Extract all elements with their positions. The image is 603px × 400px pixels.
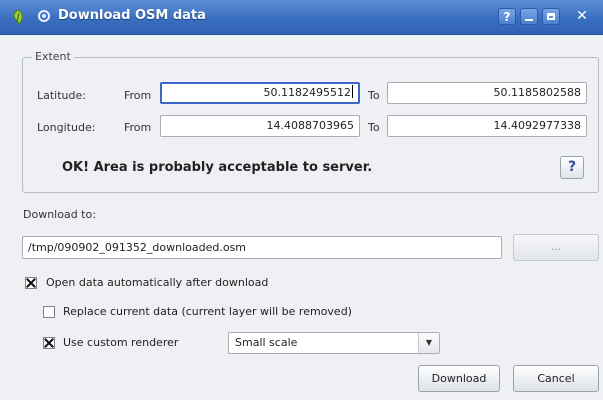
longitude-to-input[interactable]: 14.4092977338: [387, 115, 587, 137]
minimize-button[interactable]: [520, 8, 538, 25]
custom-renderer-checkbox[interactable]: [43, 337, 55, 349]
download-to-label: Download to:: [23, 208, 96, 221]
replace-data-label: Replace current data (current layer will…: [63, 305, 352, 318]
window-menu-icon[interactable]: [38, 10, 50, 22]
longitude-to-label: To: [368, 121, 380, 134]
minimize-icon: [525, 19, 533, 21]
open-automatically-checkbox[interactable]: [25, 277, 37, 289]
context-help-button[interactable]: ?: [498, 8, 516, 25]
latitude-label: Latitude:: [37, 89, 86, 102]
close-button[interactable]: ✕: [573, 8, 591, 25]
longitude-from-label: From: [124, 121, 152, 134]
area-status-message: OK! Area is probably acceptable to serve…: [62, 160, 373, 175]
window-title: Download OSM data: [58, 8, 206, 23]
custom-renderer-label: Use custom renderer: [63, 336, 179, 349]
longitude-from-input[interactable]: 14.4088703965: [160, 115, 360, 137]
cancel-button[interactable]: Cancel: [513, 365, 599, 392]
longitude-label: Longitude:: [37, 121, 96, 134]
latitude-to-label: To: [368, 89, 380, 102]
download-path-input[interactable]: /tmp/090902_091352_downloaded.osm: [22, 236, 502, 259]
latitude-from-input[interactable]: 50.1182495512: [160, 82, 360, 104]
download-osm-dialog: Download OSM data ? ✕ Extent Latitude: F…: [0, 0, 603, 400]
download-button[interactable]: Download: [418, 365, 500, 392]
maximize-button[interactable]: [542, 8, 560, 25]
replace-data-checkbox[interactable]: [43, 306, 55, 318]
browse-button[interactable]: ...: [513, 234, 599, 261]
renderer-select-value: Small scale: [235, 336, 298, 349]
latitude-to-input[interactable]: 50.1185802588: [387, 82, 587, 104]
title-bar[interactable]: Download OSM data ? ✕: [0, 0, 603, 35]
extent-legend: Extent: [32, 50, 74, 63]
renderer-select[interactable]: Small scale ▼: [228, 332, 440, 354]
qgis-leaf-icon: [13, 9, 23, 25]
help-button[interactable]: ?: [560, 156, 584, 179]
open-automatically-label: Open data automatically after download: [46, 276, 269, 289]
latitude-from-label: From: [124, 89, 152, 102]
latitude-from-value: 50.1182495512: [263, 86, 351, 99]
maximize-icon: [547, 13, 555, 20]
chevron-down-icon[interactable]: ▼: [418, 333, 439, 353]
text-caret: [352, 85, 353, 98]
